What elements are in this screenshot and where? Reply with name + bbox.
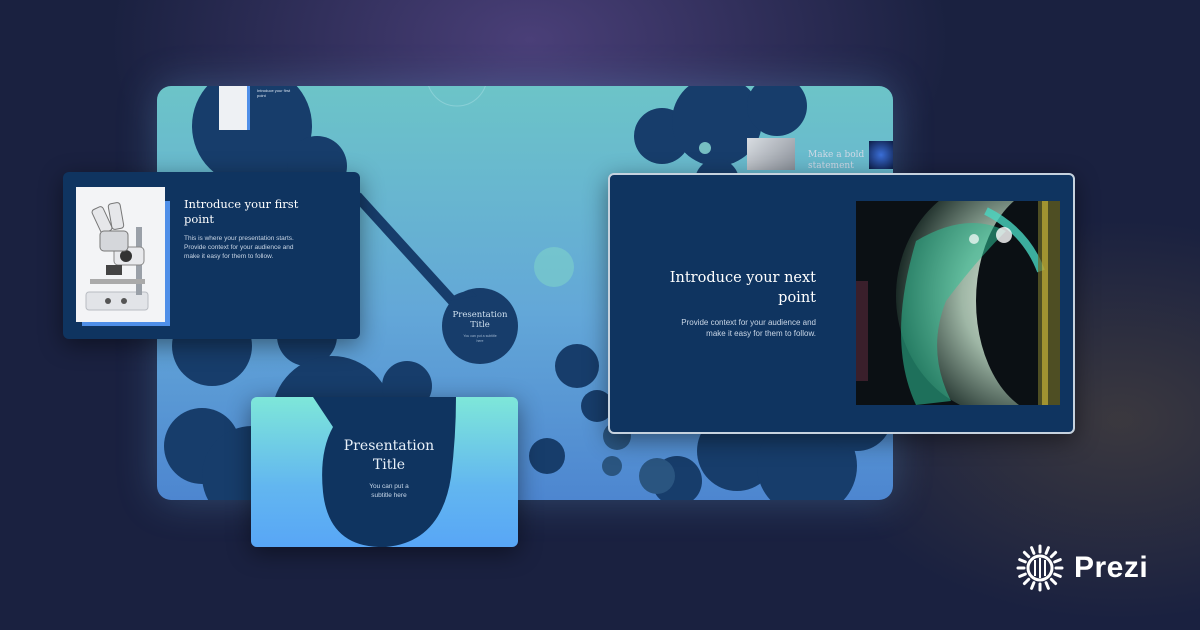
next-point-body: Provide context for your audience and ma… — [681, 318, 816, 338]
mini-heading-2: Make a bold statement — [808, 150, 865, 171]
brand-name: Prezi — [1074, 551, 1149, 584]
abstract-image — [856, 201, 1060, 405]
prezi-logo[interactable]: Prezi — [1012, 540, 1148, 596]
mini-blue-thumb — [869, 141, 893, 169]
canvas-center-title: Presentation Title — [452, 310, 508, 330]
mini-bold-statement-thumb — [747, 138, 795, 170]
canvas-center-subtitle: You can put a subtitle here — [463, 334, 497, 343]
prezi-logo-icon — [1016, 544, 1064, 592]
next-point-heading: Introduce your next point — [669, 270, 816, 306]
title-card-subtitle: You can put a subtitle here — [369, 483, 409, 499]
first-point-heading: Introduce your first point — [184, 197, 299, 226]
slide-card-first-point[interactable]: Introduce your first point This is where… — [63, 172, 360, 339]
slide-card-next-point[interactable]: Introduce your next point Provide contex… — [608, 173, 1075, 434]
first-point-body: This is where your presentation starts. … — [184, 235, 294, 260]
title-card-title: Presentation Title — [343, 438, 435, 473]
slide-card-title[interactable]: Presentation Title You can put a subtitl… — [251, 397, 518, 547]
microscope-image — [76, 187, 165, 322]
microscope-icon — [85, 202, 149, 311]
abstract-cell-image-icon — [856, 201, 1060, 405]
mini-heading-1: Introduce your first point — [257, 88, 291, 98]
mini-microscope-thumb — [219, 86, 250, 130]
